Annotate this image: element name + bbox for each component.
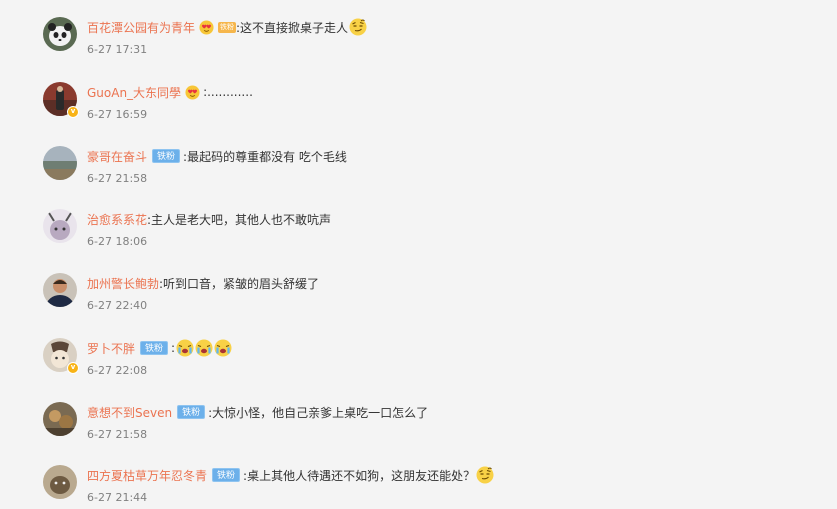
fan-badge-small: 铁粉 bbox=[218, 21, 237, 33]
avatar[interactable] bbox=[43, 273, 77, 307]
comment-item: 意想不到Seven 铁粉 :大惊小怪，他自己亲爹上桌吃一口怎么了 6-27 21… bbox=[0, 402, 837, 466]
comment-text: :主人是老大吧，其他人也不敢吭声 bbox=[147, 212, 332, 227]
comment-text: :............ bbox=[203, 85, 253, 99]
heart-face-icon bbox=[185, 84, 200, 100]
comment-time: 6-27 22:08 bbox=[87, 364, 148, 377]
avatar-image bbox=[43, 465, 77, 499]
fan-badge: 铁粉 bbox=[212, 468, 241, 482]
comment-item: 豪哥在奋斗 铁粉 :最起码的尊重都没有 吃个毛线 6-27 21:58 bbox=[0, 146, 837, 210]
smirk-emoji-icon bbox=[349, 18, 367, 36]
username[interactable]: 百花潭公园有为青年 bbox=[87, 19, 195, 36]
fan-badge: 铁粉 bbox=[140, 341, 169, 355]
comment-time: 6-27 17:31 bbox=[87, 43, 148, 56]
comment-time: 6-27 22:40 bbox=[87, 299, 148, 312]
comment-time: 6-27 21:58 bbox=[87, 172, 148, 185]
crying-emoji-icon bbox=[214, 339, 232, 357]
username[interactable]: 罗卜不胖 bbox=[87, 340, 135, 357]
smirk-emoji-icon bbox=[476, 466, 494, 484]
fan-badge: 铁粉 bbox=[152, 149, 181, 163]
comment-item: 四方夏枯草万年忍冬青 铁粉 :桌上其他人待遇还不如狗，这朋友还能处？ 6-27 … bbox=[0, 465, 837, 509]
comment-item: v 罗卜不胖 铁粉 : 6-27 22:08 bbox=[0, 338, 837, 402]
comment-time: 6-27 16:59 bbox=[87, 108, 148, 121]
verified-badge-icon: v bbox=[67, 362, 79, 374]
avatar-image bbox=[43, 273, 77, 307]
comment-item: 加州警长鲍勃 :听到口音，紧皱的眉头舒缓了 6-27 22:40 bbox=[0, 273, 837, 337]
username[interactable]: 治愈系系花 bbox=[87, 211, 147, 228]
avatar[interactable] bbox=[43, 402, 77, 436]
comment-time: 6-27 18:06 bbox=[87, 235, 148, 248]
username[interactable]: 豪哥在奋斗 bbox=[87, 148, 147, 165]
comment-item: 百花潭公园有为青年 铁粉 :这不直接掀桌子走人 6-27 17:31 bbox=[0, 17, 837, 81]
comment-text: :大惊小怪，他自己亲爹上桌吃一口怎么了 bbox=[208, 405, 429, 420]
verified-badge-icon: v bbox=[67, 106, 79, 118]
heart-face-icon bbox=[199, 19, 214, 35]
username[interactable]: 意想不到Seven bbox=[87, 404, 172, 421]
comment-text: : bbox=[171, 341, 176, 355]
avatar-image bbox=[43, 17, 77, 51]
username[interactable]: 加州警长鲍勃 bbox=[87, 275, 159, 292]
comment-time: 6-27 21:44 bbox=[87, 491, 148, 504]
avatar[interactable]: v bbox=[43, 82, 79, 118]
avatar[interactable] bbox=[43, 465, 77, 499]
comment-text: :最起码的尊重都没有 吃个毛线 bbox=[183, 149, 347, 164]
comment-item: v GuoAn_大东同學 :............ 6-27 16:59 bbox=[0, 82, 837, 146]
fan-badge: 铁粉 bbox=[177, 405, 206, 419]
comment-item: 治愈系系花 :主人是老大吧，其他人也不敢吭声 6-27 18:06 bbox=[0, 209, 837, 273]
avatar[interactable] bbox=[43, 209, 77, 243]
avatar-image bbox=[43, 146, 77, 180]
comment-text: :这不直接掀桌子走人 bbox=[236, 20, 349, 35]
comment-text: :听到口音，紧皱的眉头舒缓了 bbox=[159, 276, 320, 291]
username[interactable]: GuoAn_大东同學 bbox=[87, 84, 181, 101]
username[interactable]: 四方夏枯草万年忍冬青 bbox=[87, 467, 207, 484]
crying-emoji-icon bbox=[176, 339, 194, 357]
avatar-image bbox=[43, 209, 77, 243]
comment-time: 6-27 21:58 bbox=[87, 428, 148, 441]
crying-emoji-icon bbox=[195, 339, 213, 357]
comment-text: :桌上其他人待遇还不如狗，这朋友还能处？ bbox=[243, 468, 476, 483]
avatar[interactable]: v bbox=[43, 338, 79, 374]
avatar-image bbox=[43, 402, 77, 436]
avatar[interactable] bbox=[43, 146, 77, 180]
avatar[interactable] bbox=[43, 17, 77, 51]
